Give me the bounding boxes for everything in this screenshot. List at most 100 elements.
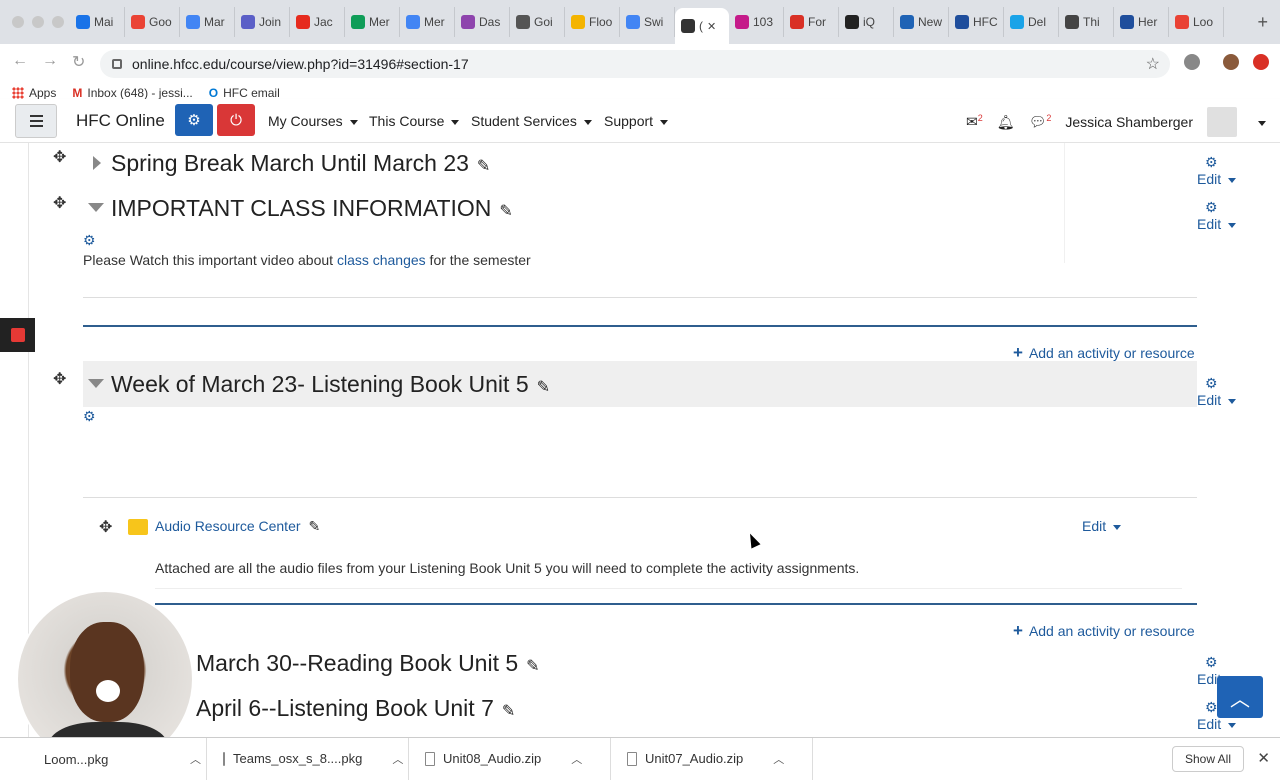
- menu-student-services[interactable]: Student Services: [471, 113, 592, 129]
- pencil-icon[interactable]: ✎: [477, 158, 490, 175]
- forward-icon[interactable]: →: [42, 52, 58, 72]
- move-handle-icon[interactable]: ✥: [53, 369, 66, 389]
- window-controls[interactable]: [0, 16, 70, 28]
- messages-icon[interactable]: ✉2: [966, 113, 983, 131]
- browser-tab[interactable]: HFC: [949, 7, 1004, 37]
- recording-stop-button[interactable]: [0, 318, 35, 352]
- activity-link[interactable]: Audio Resource Center: [155, 518, 301, 534]
- power-icon: ⏻: [230, 111, 242, 129]
- tab-favicon-icon: [626, 15, 640, 29]
- back-to-top-button[interactable]: ︿: [1217, 676, 1263, 718]
- add-activity-button[interactable]: + Add an activity or resource: [1013, 343, 1195, 363]
- browser-tab[interactable]: Das: [455, 7, 510, 37]
- browser-tab[interactable]: Mai: [70, 7, 125, 37]
- close-downloads-icon[interactable]: ✕: [1257, 749, 1270, 767]
- new-tab-icon[interactable]: +: [1245, 12, 1280, 33]
- browser-tab[interactable]: Floo: [565, 7, 620, 37]
- close-tab-icon[interactable]: ✕: [707, 20, 716, 33]
- address-bar[interactable]: online.hfcc.edu/course/view.php?id=31496…: [100, 50, 1170, 78]
- gear-icon[interactable]: ⚙: [83, 408, 96, 425]
- section-title[interactable]: Spring Break March Until March 23 ✎: [111, 150, 490, 177]
- back-icon[interactable]: ←: [12, 52, 28, 72]
- browser-tab[interactable]: New: [894, 7, 949, 37]
- browser-tab[interactable]: Goo: [125, 7, 180, 37]
- activity-edit-menu[interactable]: Edit: [1082, 518, 1121, 534]
- collapse-chevron-icon[interactable]: [88, 379, 104, 388]
- browser-tab[interactable]: Mer: [400, 7, 455, 37]
- chevron-up-icon[interactable]: ︿: [571, 751, 582, 767]
- bookmark-star-icon[interactable]: ☆: [1146, 54, 1160, 74]
- chevron-up-icon[interactable]: ︿: [190, 751, 201, 767]
- browser-tab[interactable]: Her: [1114, 7, 1169, 37]
- settings-button[interactable]: ⚙: [175, 104, 213, 136]
- loom-extension-icon[interactable]: [1253, 54, 1269, 70]
- browser-tab[interactable]: Jac: [290, 7, 345, 37]
- pencil-icon[interactable]: ✎: [537, 379, 550, 396]
- bookmark-apps[interactable]: Apps: [12, 86, 56, 100]
- browser-tab[interactable]: (✕: [675, 8, 729, 44]
- reload-icon[interactable]: ↻: [72, 52, 85, 72]
- tab-favicon-icon: [1175, 15, 1189, 29]
- site-brand[interactable]: HFC Online: [76, 111, 165, 131]
- pencil-icon[interactable]: ✎: [526, 658, 539, 675]
- notifications-bell-icon[interactable]: 🔔︎: [997, 114, 1015, 131]
- user-avatar[interactable]: [1207, 107, 1237, 137]
- user-menu-caret-icon[interactable]: [1251, 114, 1266, 130]
- chat-icon[interactable]: 💬︎2: [1029, 113, 1052, 131]
- logout-button[interactable]: ⏻: [217, 104, 255, 136]
- browser-tab[interactable]: Swi: [620, 7, 675, 37]
- edit-menu[interactable]: Edit: [1197, 171, 1236, 187]
- menu-my-courses[interactable]: My Courses: [268, 113, 358, 129]
- move-handle-icon[interactable]: ✥: [99, 517, 112, 537]
- edit-menu[interactable]: Edit: [1197, 216, 1236, 232]
- tab-favicon-icon: [571, 15, 585, 29]
- section-title[interactable]: April 6--Listening Book Unit 7 ✎: [196, 695, 515, 722]
- move-handle-icon[interactable]: ✥: [53, 147, 66, 167]
- move-handle-icon[interactable]: ✥: [53, 193, 66, 213]
- drawer-toggle-button[interactable]: [15, 104, 57, 138]
- expand-chevron-icon[interactable]: [93, 156, 101, 170]
- activity-title[interactable]: Audio Resource Center ✎: [155, 518, 320, 535]
- tab-favicon-icon: [681, 19, 695, 33]
- chevron-up-icon[interactable]: ︿: [773, 751, 784, 767]
- add-activity-button[interactable]: + Add an activity or resource: [1013, 621, 1195, 641]
- user-name[interactable]: Jessica Shamberger: [1065, 114, 1193, 130]
- section-title[interactable]: Week of March 23- Listening Book Unit 5 ✎: [111, 371, 550, 398]
- browser-tab[interactable]: For: [784, 7, 839, 37]
- bookmark-inbox[interactable]: M Inbox (648) - jessi...: [72, 86, 192, 100]
- tab-strip: Mai Goo Mar Join Jac Mer Mer Das Goi Floo Swi(✕ 103…: [70, 0, 1245, 44]
- browser-tab[interactable]: 103: [729, 7, 784, 37]
- browser-tab[interactable]: Goi: [510, 7, 565, 37]
- section-title[interactable]: IMPORTANT CLASS INFORMATION ✎: [111, 195, 513, 222]
- browser-tab[interactable]: Mar: [180, 7, 235, 37]
- menu-support[interactable]: Support: [604, 113, 668, 129]
- browser-tab[interactable]: Mer: [345, 7, 400, 37]
- browser-tab[interactable]: iQ: [839, 7, 894, 37]
- nav-buttons: ← → ↻: [12, 52, 85, 72]
- edit-menu[interactable]: Edit: [1197, 716, 1236, 732]
- section-title[interactable]: March 30--Reading Book Unit 5 ✎: [196, 650, 540, 677]
- download-item[interactable]: Unit07_Audio.zip ︿: [611, 737, 813, 780]
- bookmark-hfc-email[interactable]: O HFC email: [209, 86, 280, 100]
- browser-tab[interactable]: Loo: [1169, 7, 1224, 37]
- browser-tab[interactable]: Thi: [1059, 7, 1114, 37]
- edit-menu[interactable]: Edit: [1197, 392, 1236, 408]
- browser-tab[interactable]: Join: [235, 7, 290, 37]
- download-item[interactable]: Teams_osx_s_8....pkg ︿: [207, 737, 409, 780]
- show-all-downloads-button[interactable]: Show All: [1171, 746, 1244, 772]
- pencil-icon[interactable]: ✎: [309, 518, 321, 534]
- chevron-up-icon[interactable]: ︿: [392, 751, 403, 767]
- pencil-icon[interactable]: ✎: [499, 203, 512, 220]
- collapse-chevron-icon[interactable]: [88, 203, 104, 212]
- browser-tab[interactable]: Del: [1004, 7, 1059, 37]
- menu-this-course[interactable]: This Course: [369, 113, 459, 129]
- tab-label: Mer: [369, 15, 390, 29]
- tab-favicon-icon: [516, 15, 530, 29]
- pencil-icon[interactable]: ✎: [502, 703, 515, 720]
- summary-text: Please Watch this important video about: [83, 252, 337, 268]
- gear-icon[interactable]: ⚙: [83, 232, 96, 249]
- extension-icon[interactable]: [1184, 54, 1200, 70]
- profile-avatar-icon[interactable]: [1223, 54, 1239, 70]
- download-item[interactable]: Unit08_Audio.zip ︿: [409, 737, 611, 780]
- class-changes-link[interactable]: class changes: [337, 252, 426, 268]
